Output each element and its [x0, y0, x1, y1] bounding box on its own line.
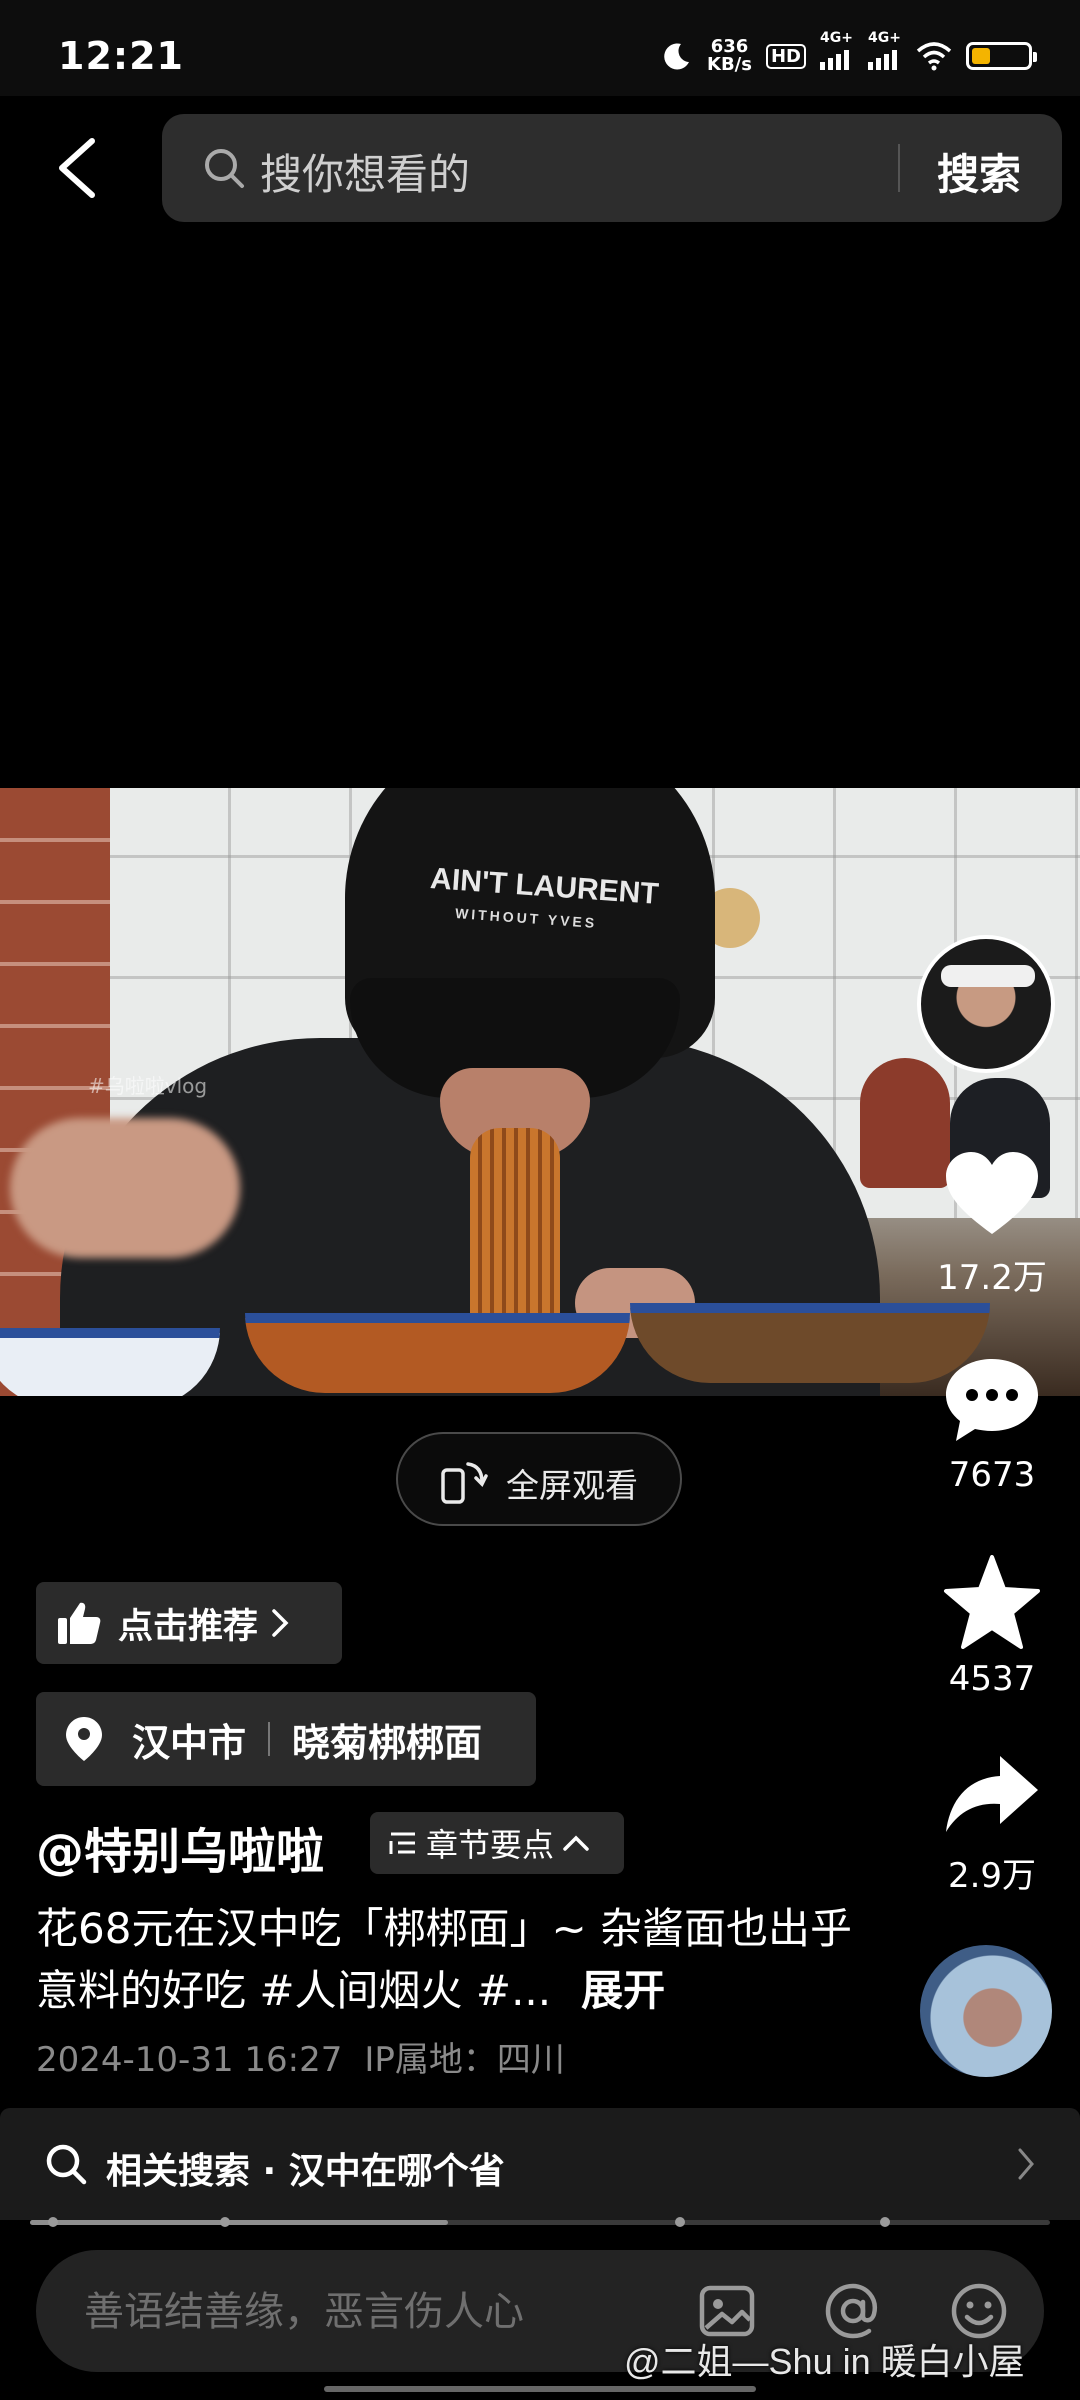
chapter-list-icon: [389, 1832, 415, 1854]
moon-icon: [664, 43, 690, 70]
video-player[interactable]: AIN'T LAURENT WITHOUT YVES #乌啦啦vlog: [0, 788, 1080, 1396]
music-avatar[interactable]: [920, 1945, 1052, 2077]
video-overlay-watermark: #乌啦啦vlog: [88, 1074, 208, 1098]
favorite-count: 4537: [948, 1659, 1036, 1699]
recommend-label: 点击推荐: [118, 1606, 259, 1647]
fullscreen-button[interactable]: 全屏观看: [396, 1432, 682, 1526]
home-indicator[interactable]: [324, 2386, 756, 2392]
status-time: 12:21: [58, 34, 184, 78]
chapter-marker: [880, 2217, 890, 2227]
related-search-bar[interactable]: 相关搜索 · 汉中在哪个省: [0, 2108, 1080, 2220]
fullscreen-label: 全屏观看: [506, 1466, 638, 1505]
related-search-label: 相关搜索 · 汉中在哪个省: [106, 2151, 505, 2192]
search-button[interactable]: 搜索: [937, 141, 1021, 202]
chapter-label: 章节要点: [426, 1826, 555, 1864]
thumbs-up-icon: [58, 1602, 101, 1644]
screen-watermark: @二姐—Shu in 暖白小屋: [624, 2341, 1025, 2382]
rotate-phone-icon: [441, 1462, 488, 1504]
net-speed-unit: KB/s: [707, 54, 752, 75]
signal-sim2-icon: 4G+: [868, 30, 902, 70]
expand-button[interactable]: 展开: [581, 1966, 665, 2015]
comment-bubble-icon: [946, 1359, 1038, 1441]
like-count: 17.2万: [937, 1258, 1047, 1298]
author-avatar[interactable]: [917, 935, 1055, 1073]
progress-fill: [30, 2220, 448, 2225]
search-bar[interactable]: 搜你想看的 搜索: [162, 114, 1062, 222]
chapter-marker: [220, 2217, 230, 2227]
net-speed: 636 KB/s: [707, 38, 752, 74]
recommend-button[interactable]: 点击推荐: [36, 1582, 342, 1664]
star-icon: [944, 1555, 1040, 1649]
video-scene-bowl-rice: [0, 1328, 220, 1396]
heart-icon: [946, 1152, 1038, 1234]
share-arrow-icon: [946, 1756, 1038, 1832]
share-button[interactable]: 2.9万: [922, 1752, 1062, 1897]
chapter-marker: [675, 2217, 685, 2227]
location-shop: 晓菊梆梆面: [292, 1720, 483, 1765]
signal-sim1-icon: 4G+: [820, 30, 854, 70]
comment-count: 7673: [948, 1455, 1036, 1495]
search-icon: [205, 149, 244, 188]
favorite-button[interactable]: 4537: [922, 1555, 1062, 1699]
chapter-button[interactable]: 章节要点: [370, 1812, 624, 1874]
chevron-right-icon: [1018, 2148, 1034, 2180]
chapter-marker: [48, 2217, 58, 2227]
post-meta: 2024-10-31 16:27 IP属地：四川: [36, 2032, 565, 2081]
wifi-icon: [916, 42, 952, 71]
chevron-up-icon: [563, 1835, 589, 1851]
video-scene-bowl-noodles: [245, 1313, 630, 1393]
comment-button[interactable]: 7673: [922, 1355, 1062, 1495]
battery-icon: [966, 42, 1037, 70]
like-button[interactable]: 17.2万: [922, 1150, 1062, 1299]
search-input[interactable]: 搜你想看的: [260, 141, 470, 202]
search-icon: [46, 2144, 87, 2185]
status-icons: 636 KB/s HD 4G+ 4G+: [661, 30, 1037, 76]
battery-fill: [972, 48, 990, 64]
search-divider: [898, 144, 900, 192]
location-divider: [268, 1722, 271, 1756]
ip-location: IP属地：四川: [364, 2040, 565, 2080]
hd-badge: HD: [765, 43, 806, 69]
video-scene-hand: [10, 1118, 240, 1258]
avatar-headband: [941, 965, 1035, 987]
author-name[interactable]: @特别乌啦啦: [36, 1812, 324, 1882]
sim2-label: 4G+: [868, 30, 901, 46]
chevron-right-icon: [272, 1609, 289, 1637]
location-pin-icon: [66, 1717, 102, 1761]
location-tag[interactable]: 汉中市 晓菊梆梆面: [36, 1692, 536, 1786]
location-city: 汉中市: [132, 1720, 247, 1765]
sim1-label: 4G+: [820, 30, 853, 46]
post-timestamp: 2024-10-31 16:27: [36, 2040, 343, 2080]
video-description[interactable]: 花68元在汉中吃「梆梆面」~ 杂酱面也出乎意料的好吃 #人间烟火 #... 展开: [36, 1898, 856, 2022]
status-bar: 12:21 636 KB/s HD 4G+ 4G+: [0, 0, 1080, 96]
description-text: 花68元在汉中吃「梆梆面」~ 杂酱面也出乎意料的好吃 #人间烟火 #...: [36, 1904, 852, 2015]
comment-input[interactable]: [84, 2286, 684, 2338]
back-arrow-icon[interactable]: [50, 135, 106, 201]
share-count: 2.9万: [947, 1856, 1037, 1896]
